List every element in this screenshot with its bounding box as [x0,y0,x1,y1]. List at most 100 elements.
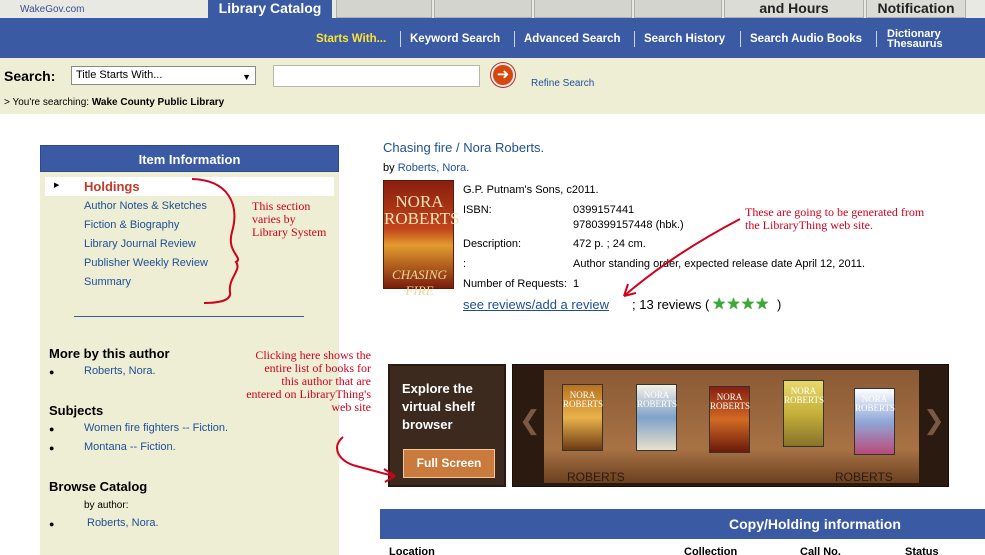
isbn-value-1: 0399157441 [573,204,635,216]
fiction-biography-link[interactable]: Fiction & Biography [84,219,179,231]
searching-context: > You're searching: Wake County Public L… [4,97,224,108]
browse-author-link[interactable]: Roberts, Nora. [87,517,159,529]
author-notes-link[interactable]: Author Notes & Sketches [84,200,207,212]
book-cover-image[interactable]: NORA ROBERTS CHASING FIRE [383,180,460,298]
publisher-value: G.P. Putnam's Sons, c2011. [463,184,599,196]
shelf-next-icon[interactable]: ❯ [923,405,945,436]
go-arrow-button[interactable]: ➜ [491,63,515,87]
shelf-left-label: ROBERTS [567,470,625,484]
nav-thesaurus-label: Thesaurus [887,38,943,50]
nav-search-history[interactable]: Search History [644,33,725,45]
searching-prefix: > You're searching: [4,97,90,108]
tab-hours[interactable]: and Hours [724,0,864,18]
description-label: Description: [463,238,522,250]
subject-link[interactable]: Montana -- Fiction. [84,441,176,453]
searching-library: Wake County Public Library [91,97,225,108]
by-label: by [383,162,395,174]
subjects-title: Subjects [49,403,104,418]
shelf-book-cover[interactable]: NORA ROBERTS [562,384,603,451]
nav-separator [634,31,635,47]
bullet-icon: ● [49,443,55,453]
nav-dictionary-thesaurus[interactable]: Dictionary Thesaurus [887,29,943,50]
browse-by-author-label: by author: [84,500,129,511]
catalog-page: WakeGov.com Library Catalog and Hours No… [0,0,985,555]
browse-catalog-title: Browse Catalog [49,479,148,494]
shelf-right-label: ROBERTS [835,470,893,484]
tab-notification[interactable]: Notification [866,0,966,18]
shelf-book-cover[interactable]: NORA ROBERTS [636,384,677,451]
chevron-down-icon: ▼ [242,72,251,82]
more-by-author-link[interactable]: Roberts, Nora. [84,365,156,377]
full-screen-button[interactable]: Full Screen [403,449,495,478]
shelf-book-label: NORA ROBERTS [710,392,750,411]
refine-search-link[interactable]: Refine Search [531,78,594,89]
bullet-icon: ● [49,424,55,434]
reviews-arrow-head [623,283,637,297]
cover-author-text: NORA ROBERTS [384,192,460,228]
note-label: : [463,258,467,270]
bullet-icon: ● [49,519,55,529]
cover-title-text: CHASING FIRE [392,267,447,298]
section-divider [74,316,304,317]
tab-blank-4[interactable] [634,0,722,18]
publisher-weekly-review-link[interactable]: Publisher Weekly Review [84,257,208,269]
reviews-close-paren: ) [777,297,782,312]
shelf-prev-icon[interactable]: ❮ [519,405,541,436]
annotation-generated: These are going to be generated from the… [745,205,925,232]
column-collection: Collection [684,546,738,555]
tab-blank-3[interactable] [534,0,632,18]
star-rating-icon: ★★★★ [712,296,770,313]
library-journal-review-link[interactable]: Library Journal Review [84,238,196,250]
note-value: Author standing order, expected release … [573,258,866,270]
shelf-book-label: NORA ROBERTS [784,386,824,405]
nav-search-audio-books[interactable]: Search Audio Books [750,33,862,45]
virtual-shelf-promo: Explore the virtual shelf browser Full S… [388,364,506,487]
top-tab-bar: WakeGov.com Library Catalog and Hours No… [0,0,985,18]
record-title-link[interactable]: Chasing fire / Nora Roberts. [383,140,544,155]
record-author-line: by Roberts, Nora. [383,162,469,174]
subject-link[interactable]: Women fire fighters -- Fiction. [84,422,228,434]
reviews-count: ; 13 reviews ( [632,297,710,312]
column-call-no: Call No. [800,546,841,555]
tab-blank-2[interactable] [434,0,532,18]
isbn-label: ISBN: [463,204,492,216]
column-status: Status [905,546,939,555]
annotation-section-varies: This section varies by Library System [252,199,327,239]
holdings-row[interactable]: ▶ Holdings [45,177,334,196]
nav-advanced-search[interactable]: Advanced Search [524,33,621,45]
search-nav-bar: Starts With... Keyword Search Advanced S… [0,18,985,58]
tab-blank-1[interactable] [336,0,432,18]
shelf-book-cover[interactable]: NORA ROBERTS [709,386,750,453]
nav-separator [400,31,401,47]
summary-link[interactable]: Summary [84,276,131,288]
record-author-link[interactable]: Roberts, Nora. [398,162,470,174]
search-label: Search: [4,68,56,84]
bullet-icon: ● [49,367,55,377]
description-value: 472 p. ; 24 cm. [573,238,646,250]
more-by-author-title: More by this author [49,346,170,361]
virtual-shelf-browser: ❮ NORA ROBERTS NORA ROBERTS NORA ROBERTS… [512,364,949,487]
shelf-book-label: NORA ROBERTS [637,390,677,409]
explore-shelf-text: Explore the virtual shelf browser [402,381,475,432]
holdings-link[interactable]: Holdings [84,179,140,194]
shelf-book-label: NORA ROBERTS [563,390,603,409]
reviews-link[interactable]: see reviews/add a review [463,297,609,312]
search-input[interactable] [273,65,480,87]
wakegov-link[interactable]: WakeGov.com [20,4,84,15]
nav-starts-with[interactable]: Starts With... [316,33,386,45]
nav-separator [514,31,515,47]
triangle-right-icon: ▶ [54,182,60,189]
isbn-value-2: 9780399157448 (hbk.) [573,219,684,231]
shelf-book-cover[interactable]: NORA ROBERTS [854,388,895,455]
nav-keyword-search[interactable]: Keyword Search [410,33,500,45]
requests-label: Number of Requests: [463,278,567,290]
item-information-header: Item Information [40,145,339,172]
column-location: Location [389,546,435,555]
shelf-book-cover[interactable]: NORA ROBERTS [783,380,824,447]
nav-separator [876,31,877,47]
search-type-select[interactable]: Title Starts With... ▼ [71,66,256,85]
tab-library-catalog[interactable]: Library Catalog [208,0,332,18]
search-type-value: Title Starts With... [76,69,163,81]
search-bar: Search: Title Starts With... ▼ ➜ Refine … [0,58,985,114]
arrow-right-icon: ➜ [496,66,510,83]
